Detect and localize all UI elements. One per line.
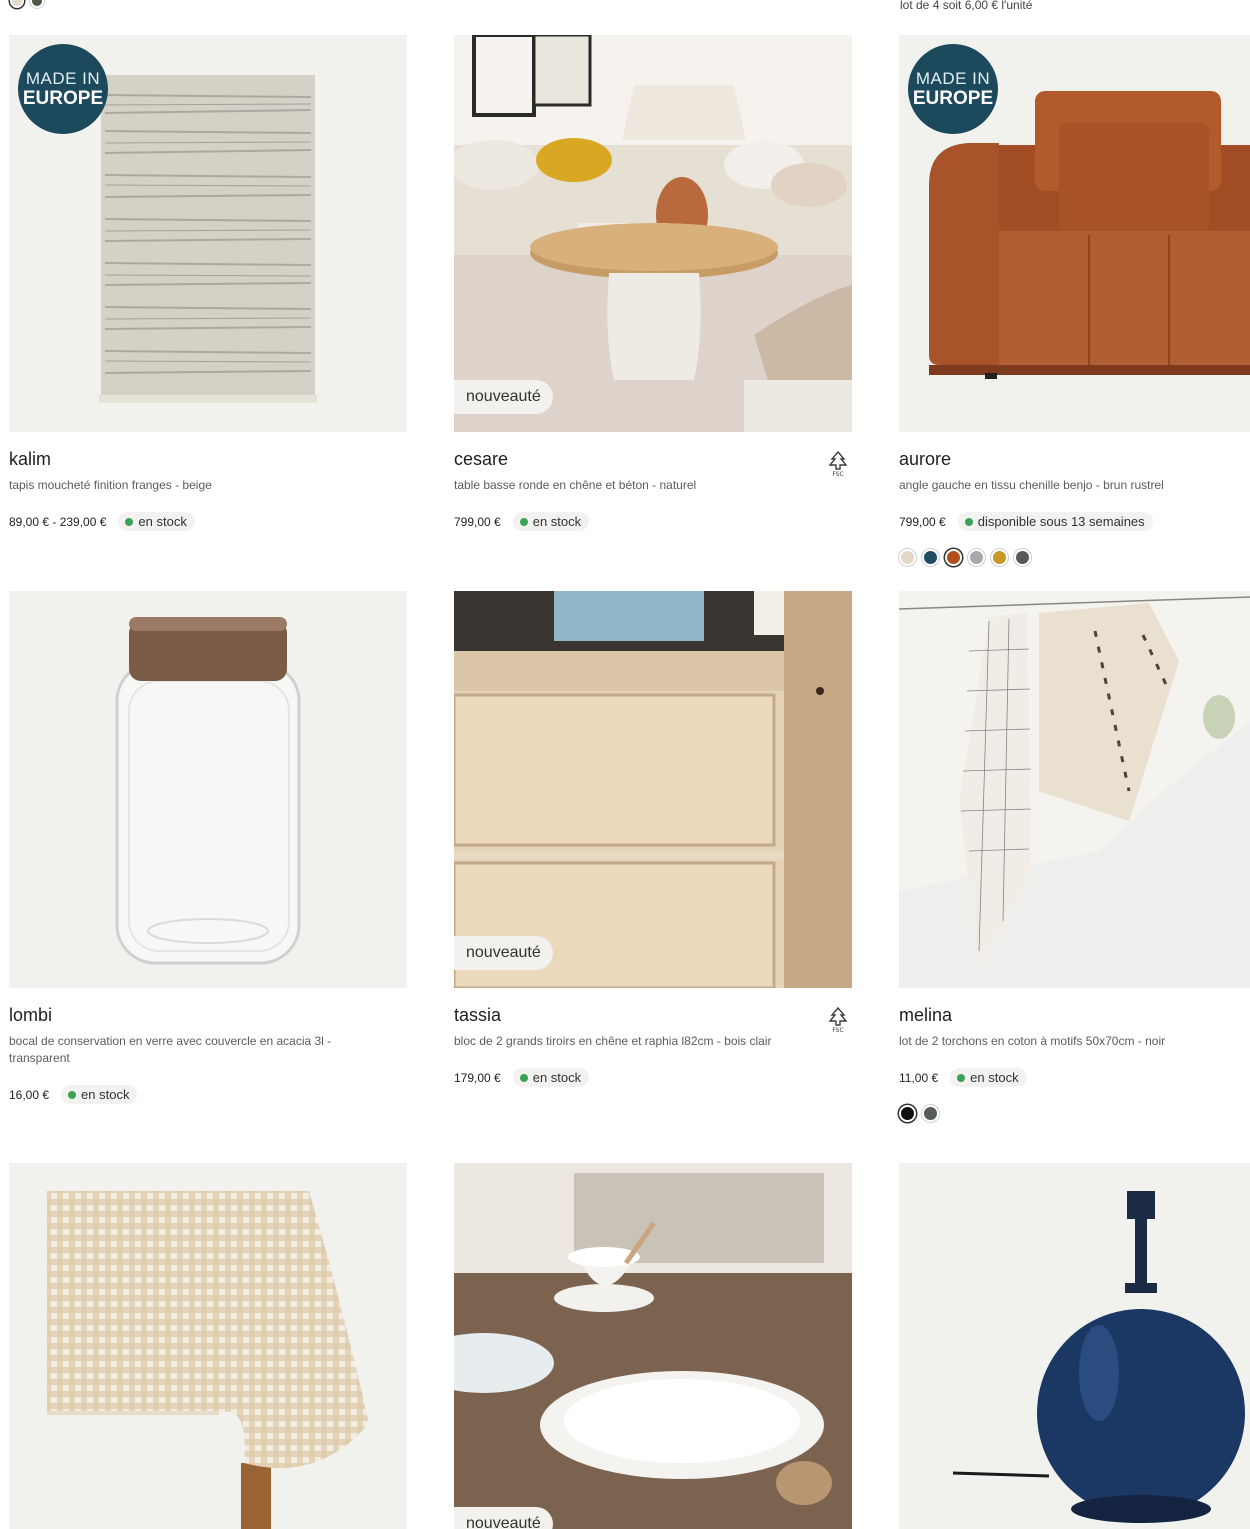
svg-text:FSC: FSC [832, 1027, 843, 1033]
status-dot-icon [519, 517, 528, 526]
new-badge: nouveauté [454, 380, 553, 414]
product-name[interactable]: kalim [9, 449, 407, 471]
fsc-icon: FSC [828, 1006, 848, 1033]
product-price: 11,00 € [899, 1070, 939, 1085]
product-card-lamp[interactable] [899, 1163, 1250, 1529]
product-name[interactable]: tassia [454, 1005, 852, 1027]
product-description: lot de 2 torchons en coton à motifs 50x7… [899, 1034, 1166, 1048]
product-price: 16,00 € [9, 1087, 50, 1102]
product-description: bloc de 2 grands tiroirs en chêne et rap… [454, 1034, 772, 1048]
swatch-grey[interactable] [968, 549, 985, 566]
product-image-lamp[interactable] [899, 1163, 1250, 1529]
top-color-swatches [10, 0, 44, 8]
status-dot-icon [964, 517, 973, 526]
product-description: angle gauche en tissu chenille benjo - b… [899, 478, 1164, 492]
status-dot-icon [519, 1073, 528, 1082]
product-card-plates[interactable]: nouveauté [454, 1163, 852, 1529]
color-swatches [899, 1105, 1250, 1122]
new-badge: nouveauté [454, 1507, 553, 1529]
swatch-blue[interactable] [922, 549, 939, 566]
stock-badge: en stock [118, 512, 195, 531]
swatch-charcoal[interactable] [922, 1105, 939, 1122]
product-description: table basse ronde en chêne et béton - na… [454, 478, 697, 492]
stock-badge: en stock [512, 1068, 590, 1087]
top-unit-note: lot de 4 soit 6,00 € l'unité [900, 0, 1033, 12]
product-card-tassia[interactable]: nouveauté tassia FSC bloc de 2 grands ti… [454, 591, 852, 1087]
swatch-black[interactable] [899, 1105, 916, 1122]
product-card-cesare[interactable]: nouveauté cesare FSC table basse ronde e… [454, 35, 852, 531]
tableware-illustration [454, 1163, 852, 1529]
swatch-rust[interactable] [945, 549, 962, 566]
made-in-europe-badge: MADE IN EUROPE [18, 44, 108, 134]
product-image-plates[interactable]: nouveauté [454, 1163, 852, 1529]
product-card-melina[interactable]: melina lot de 2 torchons en coton à moti… [899, 591, 1250, 1122]
product-image-aurore[interactable]: MADE IN EUROPE [899, 35, 1250, 432]
product-image-lombi[interactable] [9, 591, 407, 988]
jar-illustration [9, 591, 407, 988]
lamp-base-illustration [899, 1163, 1250, 1529]
stock-badge: en stock [61, 1085, 138, 1104]
swatch-green[interactable] [30, 0, 44, 8]
product-card-tablecloth[interactable] [9, 1163, 407, 1529]
made-in-europe-badge: MADE IN EUROPE [908, 44, 998, 134]
product-card-aurore[interactable]: MADE IN EUROPE aurore angle gauche en ti… [899, 35, 1250, 566]
fsc-icon: FSC [828, 450, 848, 477]
product-card-kalim[interactable]: MADE IN EUROPE kalim tapis moucheté fini… [9, 35, 407, 531]
stock-badge: en stock [512, 512, 590, 531]
product-name[interactable]: lombi [9, 1005, 407, 1027]
product-description: tapis moucheté finition franges - beige [9, 478, 212, 492]
stock-badge: en stock [950, 1068, 1027, 1087]
product-name[interactable]: aurore [899, 449, 1250, 471]
product-description: bocal de conservation en verre avec couv… [9, 1034, 332, 1065]
product-image-cesare[interactable]: nouveauté [454, 35, 852, 432]
svg-text:FSC: FSC [832, 471, 843, 477]
stock-badge: disponible sous 13 semaines [957, 512, 1153, 531]
color-swatches [899, 549, 1250, 566]
status-dot-icon [957, 1073, 966, 1082]
product-name[interactable]: melina [899, 1005, 1250, 1027]
status-dot-icon [125, 517, 134, 526]
product-image-melina[interactable] [899, 591, 1250, 988]
product-card-lombi[interactable]: lombi bocal de conservation en verre ave… [9, 591, 407, 1104]
product-price: 799,00 € [454, 514, 501, 529]
product-image-kalim[interactable]: MADE IN EUROPE [9, 35, 407, 432]
product-price: 89,00 € - 239,00 € [9, 514, 107, 529]
product-price: 799,00 € [899, 514, 946, 529]
product-image-tassia[interactable]: nouveauté [454, 591, 852, 988]
swatch-beige[interactable] [899, 549, 916, 566]
tablecloth-illustration [9, 1163, 407, 1529]
product-image-tablecloth[interactable] [9, 1163, 407, 1529]
product-price: 179,00 € [454, 1070, 501, 1085]
status-dot-icon [68, 1090, 77, 1099]
swatch-mustard[interactable] [991, 549, 1008, 566]
drawer-unit-illustration [454, 591, 852, 988]
product-name[interactable]: cesare [454, 449, 852, 471]
swatch-beige[interactable] [10, 0, 24, 8]
new-badge: nouveauté [454, 936, 553, 970]
swatch-charcoal[interactable] [1014, 549, 1031, 566]
coffee-table-illustration [454, 35, 852, 432]
tea-towels-illustration [899, 591, 1250, 988]
